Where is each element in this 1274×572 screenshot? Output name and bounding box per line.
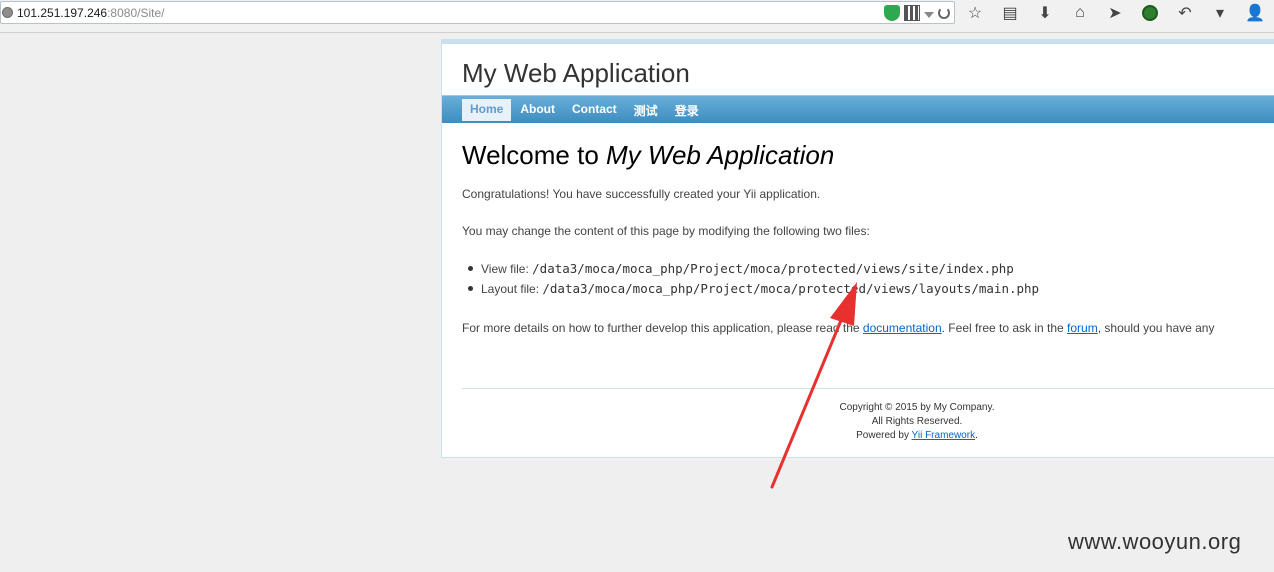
chevron-down-icon[interactable] — [924, 12, 934, 18]
site-identity-icon[interactable] — [2, 7, 13, 18]
addon-icon[interactable] — [1137, 3, 1163, 23]
main-content: Welcome to My Web Application Congratula… — [462, 140, 1274, 358]
main-menu: Home About Contact 测试 登录 — [442, 95, 1274, 123]
heading-prefix: Welcome to — [462, 140, 607, 170]
page-container: My Web Application Home About Contact 测试… — [441, 39, 1274, 458]
details-middle: . Feel free to ask in the — [941, 321, 1068, 335]
heading-app-name: My Web Application — [606, 140, 835, 170]
undo-icon[interactable]: ↶ — [1172, 3, 1198, 23]
watermark: www.wooyun.org — [1068, 529, 1242, 554]
menu-item-home[interactable]: Home — [462, 99, 512, 121]
file-list: View file: /data3/moca/moca_php/Project/… — [468, 261, 1274, 301]
url-text[interactable]: 101.251.197.246:8080/Site/ — [17, 6, 164, 20]
powered-suffix: . — [975, 430, 978, 441]
yii-framework-link[interactable]: Yii Framework — [912, 430, 976, 441]
menu-item-about[interactable]: About — [512, 99, 563, 121]
qr-code-icon[interactable] — [904, 5, 920, 21]
details-after: , should you have any — [1097, 321, 1215, 335]
address-bar[interactable]: 101.251.197.246:8080/Site/ — [0, 1, 955, 24]
view-file-path: /data3/moca/moca_php/Project/moca/protec… — [532, 261, 1014, 276]
site-title: My Web Application — [462, 58, 690, 88]
download-icon[interactable]: ⬇ — [1032, 3, 1058, 23]
forum-link[interactable]: forum — [1067, 321, 1098, 335]
layout-file-path: /data3/moca/moca_php/Project/moca/protec… — [542, 281, 1040, 296]
url-path: :8080/Site/ — [107, 6, 165, 20]
congrats-text: Congratulations! You have successfully c… — [462, 187, 821, 201]
details-before: For more details on how to further devel… — [462, 321, 863, 335]
powered-prefix: Powered by — [856, 430, 912, 441]
bookmark-star-icon[interactable]: ☆ — [962, 3, 988, 23]
footer-copyright: Copyright © 2015 by My Company. — [839, 402, 995, 413]
list-item: Layout file: /data3/moca/moca_php/Projec… — [468, 281, 1274, 301]
layout-file-label: Layout file: — [481, 282, 543, 296]
list-item: View file: /data3/moca/moca_php/Project/… — [468, 261, 1274, 281]
page-heading: Welcome to My Web Application — [462, 140, 1274, 171]
url-host: 101.251.197.246 — [17, 6, 108, 20]
menu-item-login[interactable]: 登录 — [667, 99, 707, 121]
send-icon[interactable]: ➤ — [1102, 3, 1128, 23]
home-icon[interactable]: ⌂ — [1067, 3, 1093, 23]
browser-buttons: ☆ ▤ ⬇ ⌂ ➤ ↶ ▾ 👤 — [962, 2, 1274, 24]
bullet-icon — [468, 286, 473, 292]
change-text: You may change the content of this page … — [462, 224, 870, 238]
browser-toolbar: 101.251.197.246:8080/Site/ ☆ ▤ ⬇ ⌂ ➤ ↶ ▾… — [0, 0, 1274, 33]
bullet-icon — [468, 266, 473, 272]
menu-dropdown-icon[interactable]: ▾ — [1207, 3, 1233, 23]
account-icon[interactable]: 👤 — [1242, 3, 1268, 23]
footer: Copyright © 2015 by My Company. All Righ… — [442, 401, 1274, 443]
shield-icon[interactable] — [884, 5, 900, 21]
url-icons — [884, 4, 950, 22]
reading-list-icon[interactable]: ▤ — [997, 3, 1023, 23]
view-file-label: View file: — [481, 262, 533, 276]
menu-item-contact[interactable]: Contact — [564, 99, 625, 121]
footer-divider — [462, 388, 1274, 389]
footer-powered: Powered by Yii Framework. — [442, 429, 1274, 443]
footer-rights: All Rights Reserved. — [871, 416, 963, 427]
documentation-link[interactable]: documentation — [863, 321, 942, 335]
details-text: For more details on how to further devel… — [462, 321, 1274, 335]
menu-item-test[interactable]: 测试 — [626, 99, 666, 121]
reload-icon[interactable] — [938, 7, 950, 19]
